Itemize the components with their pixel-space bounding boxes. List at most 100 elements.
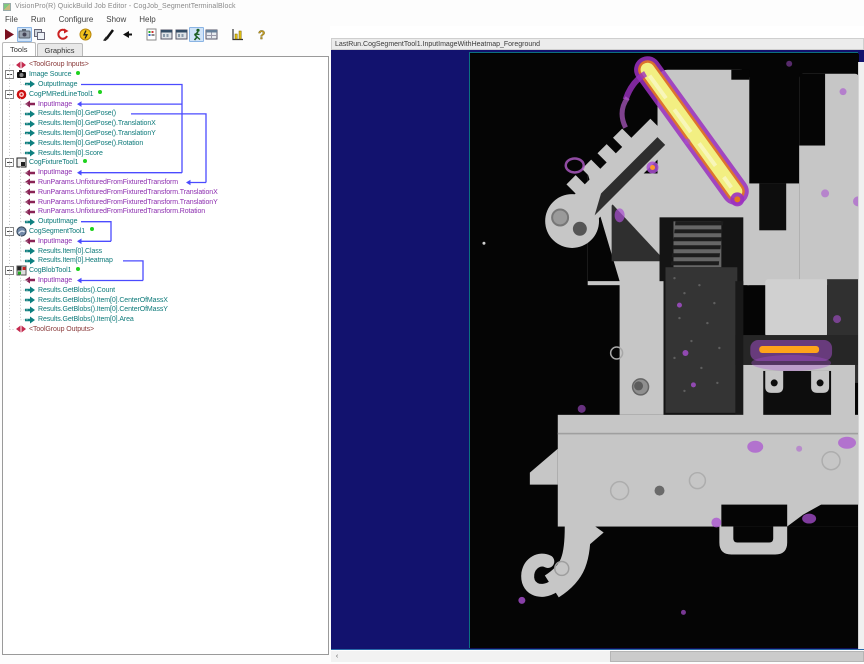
tree-row-cogsegmenttool1[interactable]: CogSegmentTool1 [3,227,328,237]
online-button[interactable] [78,27,93,42]
tree-row-runparams-unfixturedfromfixturedtransform[interactable]: RunParams.UnfixturedFromFixturedTransfor… [3,178,328,188]
pmredline-icon [16,89,27,100]
menu-run[interactable]: Run [31,15,46,24]
app-icon [3,3,11,11]
running-man-icon [190,28,203,41]
tree-row-label: OutputImage [38,81,77,88]
tree-row-runparams-unfixturedfromfixturedtransform-translationy[interactable]: RunParams.UnfixturedFromFixturedTransfor… [3,197,328,207]
tree-row-inputimage[interactable]: InputImage [3,276,328,286]
tree-row-results-item-0-score[interactable]: Results.Item[0].Score [3,148,328,158]
tree-row-results-getblobs-count[interactable]: Results.GetBlobs().Count [3,285,328,295]
tree-row-inputimage[interactable]: InputImage [3,168,328,178]
profiler-button[interactable] [230,27,245,42]
tree-row-label: Results.Item[0].GetPose().Rotation [38,140,143,147]
tree-row-cogpmredlinetool1[interactable]: CogPMRedLineTool1 [3,89,328,99]
tree-row-inputimage[interactable]: InputImage [3,99,328,109]
output-arrow-icon [25,149,35,157]
reset-button[interactable] [55,27,70,42]
window-grid-icon [205,28,218,41]
tree-row-cogblobtool1[interactable]: CogBlobTool1 [3,266,328,276]
output-arrow-icon [25,316,35,324]
vertical-scrollbar[interactable] [858,62,864,650]
play-icon [3,28,16,41]
input-arrow-icon [25,276,35,284]
tree-row-label: Results.GetBlobs().Item[0].CenterOfMassX [38,297,168,304]
tree-row-results-item-0-heatmap[interactable]: Results.Item[0].Heatmap [3,256,328,266]
tree-row-label: CogPMRedLineTool1 [29,91,93,98]
tree-row-results-getblobs-item-0-centerofmassx[interactable]: Results.GetBlobs().Item[0].CenterOfMassX [3,295,328,305]
window-icon [160,28,173,41]
tree-row-label: InputImage [38,238,72,245]
menu-configure[interactable]: Configure [59,15,94,24]
image-display-area[interactable] [331,50,864,650]
input-arrow-icon [25,237,35,245]
tree-row-label: Results.GetBlobs().Item[0].Area [38,316,134,323]
live-display-button[interactable] [17,27,32,42]
tree-row-inputimage[interactable]: InputImage [3,236,328,246]
tree-row-runparams-unfixturedfromfixturedtransform-translationx[interactable]: RunParams.UnfixturedFromFixturedTransfor… [3,187,328,197]
display-window-1-button[interactable] [159,27,174,42]
tab-tools[interactable]: Tools [2,42,36,56]
expander-icon[interactable] [5,90,14,99]
expander-icon[interactable] [5,227,14,236]
tree-row-cogfixturetool1[interactable]: CogFixtureTool1 [3,158,328,168]
tree-row-results-getblobs-item-0-centerofmassy[interactable]: Results.GetBlobs().Item[0].CenterOfMassY [3,305,328,315]
tree-row-results-item-0-getpose-translationy[interactable]: Results.Item[0].GetPose().TranslationY [3,129,328,139]
fixture-icon [16,157,27,168]
output-arrow-icon [25,257,35,265]
input-arrow-icon [25,169,35,177]
menu-file[interactable]: File [5,15,18,24]
horizontal-scrollbar[interactable]: ‹ [331,651,864,662]
run-job-button[interactable] [2,27,17,42]
tree-row-toolgroup-outputs[interactable]: <ToolGroup Outputs> [3,325,328,335]
tree-row-results-item-0-getpose[interactable]: Results.Item[0].GetPose() [3,109,328,119]
input-arrow-icon [25,100,35,108]
reset-arrow-icon [56,28,69,41]
image-document-button[interactable] [144,27,159,42]
output-arrow-icon [25,218,35,226]
scroll-left-icon[interactable]: ‹ [331,651,343,662]
expander-icon[interactable] [5,266,14,275]
inspection-image [470,53,859,649]
tree-row-outputimage[interactable]: OutputImage [3,80,328,90]
lightning-icon [79,28,92,41]
pointer-button[interactable] [120,27,135,42]
help-button[interactable]: ? [254,27,269,42]
run-mode-button[interactable] [189,27,204,42]
output-arrow-icon [25,129,35,137]
tree-row-label: Image Source [29,71,71,78]
input-arrow-icon [25,188,35,196]
image-view-header[interactable]: LastRun.CogSegmentTool1.InputImageWithHe… [331,38,864,50]
posted-display-button[interactable] [204,27,219,42]
tree-row-label: OutputImage [38,218,77,225]
menu-help[interactable]: Help [139,15,155,24]
tool-dirty-dot [76,267,80,271]
tree-row-label: Results.Item[0].Class [38,248,102,255]
brush-button[interactable] [101,27,116,42]
tree-row-outputimage[interactable]: OutputImage [3,217,328,227]
tab-graphics[interactable]: Graphics [37,43,83,56]
tree-row-image-source[interactable]: Image Source [3,70,328,80]
menu-show[interactable]: Show [106,15,126,24]
blob-icon [16,265,27,276]
tree-row-results-item-0-getpose-rotation[interactable]: Results.Item[0].GetPose().Rotation [3,138,328,148]
copy-display-button[interactable] [32,27,47,42]
tree-row-label: CogSegmentTool1 [29,228,85,235]
tree-row-results-getblobs-item-0-area[interactable]: Results.GetBlobs().Item[0].Area [3,315,328,325]
tree-row-label: InputImage [38,277,72,284]
tree-row-label: RunParams.UnfixturedFromFixturedTransfor… [38,199,218,206]
tree-row-results-item-0-class[interactable]: Results.Item[0].Class [3,246,328,256]
expander-icon[interactable] [5,70,14,79]
expander-icon[interactable] [5,158,14,167]
tree-row-runparams-unfixturedfromfixturedtransform-rotation[interactable]: RunParams.UnfixturedFromFixturedTransfor… [3,207,328,217]
tree-row-results-item-0-getpose-translationx[interactable]: Results.Item[0].GetPose().TranslationX [3,119,328,129]
image-doc-icon [145,28,158,41]
display-window-2-button[interactable] [174,27,189,42]
title-bar: VisionPro(R) QuickBuild Job Editor - Cog… [0,0,864,13]
left-panel: ToolsGraphics <ToolGroup Inputs>Image So… [0,42,331,664]
small-arrow-icon [121,28,134,41]
tool-dirty-dot [83,159,87,163]
tree-row-toolgroup-inputs[interactable]: <ToolGroup Inputs> [3,60,328,70]
tree-row-label: Results.Item[0].GetPose() [38,110,116,117]
horizontal-scrollbar-thumb[interactable] [610,651,864,662]
